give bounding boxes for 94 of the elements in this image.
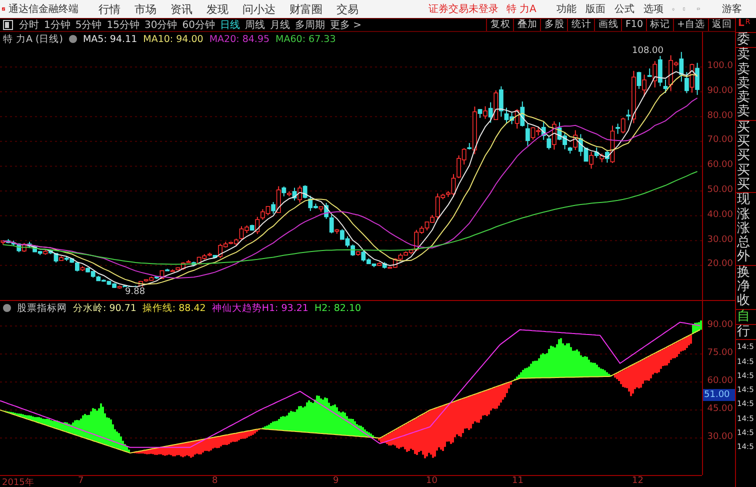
current-value-label: 51.00 — [703, 389, 735, 402]
circle-icon[interactable] — [3, 304, 11, 312]
axis-label: 30.00 — [707, 432, 733, 442]
tool-button[interactable]: +自选 — [673, 19, 708, 31]
tool-button[interactable]: 叠加 — [513, 19, 540, 31]
quote-label: 涨 — [736, 222, 751, 236]
high-price-label: 108.00 — [632, 46, 664, 56]
axis-label: 100.0 — [707, 61, 733, 71]
quote-label: 卖 — [736, 48, 751, 62]
quote-label: 卖 — [736, 105, 751, 120]
moving-average-value: MA60: 67.33 — [276, 34, 336, 44]
period-tab[interactable]: 60分钟 — [182, 18, 215, 32]
quote-label[interactable]: 自 — [736, 310, 756, 324]
indicator-value: 神仙大趋势H1: 93.21 — [212, 302, 308, 314]
axis-label: 40.00 — [707, 210, 733, 220]
date-label: 11 — [512, 476, 524, 486]
period-tab[interactable]: 1分钟 — [44, 18, 70, 32]
app-title: 通达信金融终端 — [8, 2, 78, 16]
quote-label: 买 — [736, 135, 751, 150]
quote-label: 外 — [736, 250, 751, 265]
menu-item[interactable]: 交易 — [336, 2, 358, 16]
tool-button[interactable]: 画线 — [594, 19, 622, 31]
quote-label: 现 — [736, 193, 751, 208]
quote-label: 行 — [736, 324, 751, 340]
quote-label: 收 — [736, 294, 751, 309]
date-label: 2015年 — [2, 476, 34, 487]
menu-item[interactable]: 发现 — [206, 2, 228, 16]
quote-label: 买 — [736, 178, 751, 192]
axis-label: 80.00 — [707, 110, 733, 121]
user-name[interactable]: 游客 — [722, 2, 742, 16]
moving-average-value: MA5: 94.11 — [82, 34, 138, 44]
period-tab[interactable]: 30分钟 — [144, 18, 178, 32]
menu-item[interactable]: 行情 — [98, 2, 120, 16]
date-label: 12 — [632, 476, 644, 486]
quote-label: 总 — [736, 236, 751, 250]
quote-label: 净 — [736, 280, 751, 294]
tool-button[interactable]: 统计 — [567, 19, 594, 31]
axis-label: 75.00 — [707, 348, 733, 358]
period-tab[interactable]: 周线 — [244, 18, 265, 32]
period-tab[interactable]: 多周期 — [294, 18, 325, 32]
indicator-source: 股票指标网 — [17, 302, 67, 314]
period-tab[interactable]: 15分钟 — [106, 18, 140, 32]
quote-label: 卖 — [736, 91, 751, 106]
quote-label: 换 — [736, 266, 751, 280]
date-label: 7 — [78, 476, 84, 486]
menu-item[interactable]: 选项 — [643, 2, 664, 16]
date-label: 9 — [333, 476, 339, 486]
menu-item[interactable]: 市场 — [134, 2, 156, 16]
tool-button[interactable]: F10 — [621, 19, 646, 31]
date-label: 8 — [212, 476, 218, 486]
moving-average-value: MA10: 94.00 — [143, 34, 204, 44]
tool-button[interactable]: 返回 — [708, 19, 735, 31]
axis-label: 45.00 — [707, 404, 733, 414]
tool-button[interactable]: 复权 — [486, 19, 514, 31]
current-stock: 特 力A — [506, 2, 536, 16]
quote-label: 涨 — [736, 208, 751, 222]
axis-label: 70.00 — [707, 135, 733, 146]
corner-label: L — [738, 18, 744, 30]
indicator-value: 分水岭: 90.71 — [73, 302, 136, 314]
indicator-value: 操作线: 88.42 — [142, 302, 206, 314]
axis-label: 60.00 — [707, 376, 733, 386]
date-label: 10 — [426, 476, 438, 486]
tool-button[interactable]: 多股 — [540, 19, 568, 31]
axis-label: 90.00 — [707, 86, 733, 96]
low-price-label: 9.88 — [124, 287, 146, 297]
tool-button[interactable]: 标记 — [646, 19, 674, 31]
login-status: 证券交易未登录 — [428, 2, 498, 16]
axis-label: 60.00 — [707, 160, 733, 170]
stock-label: 特 力A (日线) — [3, 32, 63, 46]
circle-icon[interactable] — [68, 35, 77, 43]
axis-label: 20.00 — [707, 259, 733, 270]
menu-item[interactable]: 财富圈 — [289, 2, 322, 16]
quote-label: 买 — [736, 120, 751, 135]
menu-item[interactable]: 问小达 — [242, 2, 276, 16]
axis-label: 90.00 — [707, 320, 733, 330]
period-tab[interactable]: 更多 > — [330, 18, 362, 32]
menu-item[interactable]: 功能 — [556, 2, 576, 16]
period-tab[interactable]: 日线 — [220, 18, 240, 32]
period-tab[interactable]: 月线 — [270, 18, 290, 32]
window-icon[interactable] — [3, 20, 13, 30]
axis-label: 50.00 — [707, 185, 733, 195]
quote-label: 买 — [736, 164, 751, 178]
period-tab[interactable]: 5分钟 — [75, 18, 102, 32]
menu-item[interactable]: 公式 — [614, 2, 634, 16]
quote-label: 卖 — [736, 62, 751, 77]
menu-item[interactable]: 版面 — [585, 2, 606, 16]
moving-average-value: MA20: 84.95 — [209, 34, 270, 44]
period-tab[interactable]: 分时 — [19, 18, 39, 32]
menu-item[interactable]: 资讯 — [170, 2, 192, 16]
quote-label: 卖 — [736, 76, 751, 91]
quote-label: 买 — [736, 149, 751, 164]
quote-label: 委 — [736, 33, 751, 47]
axis-label: 30.00 — [707, 234, 733, 245]
indicator-value: H2: 82.10 — [314, 302, 362, 314]
